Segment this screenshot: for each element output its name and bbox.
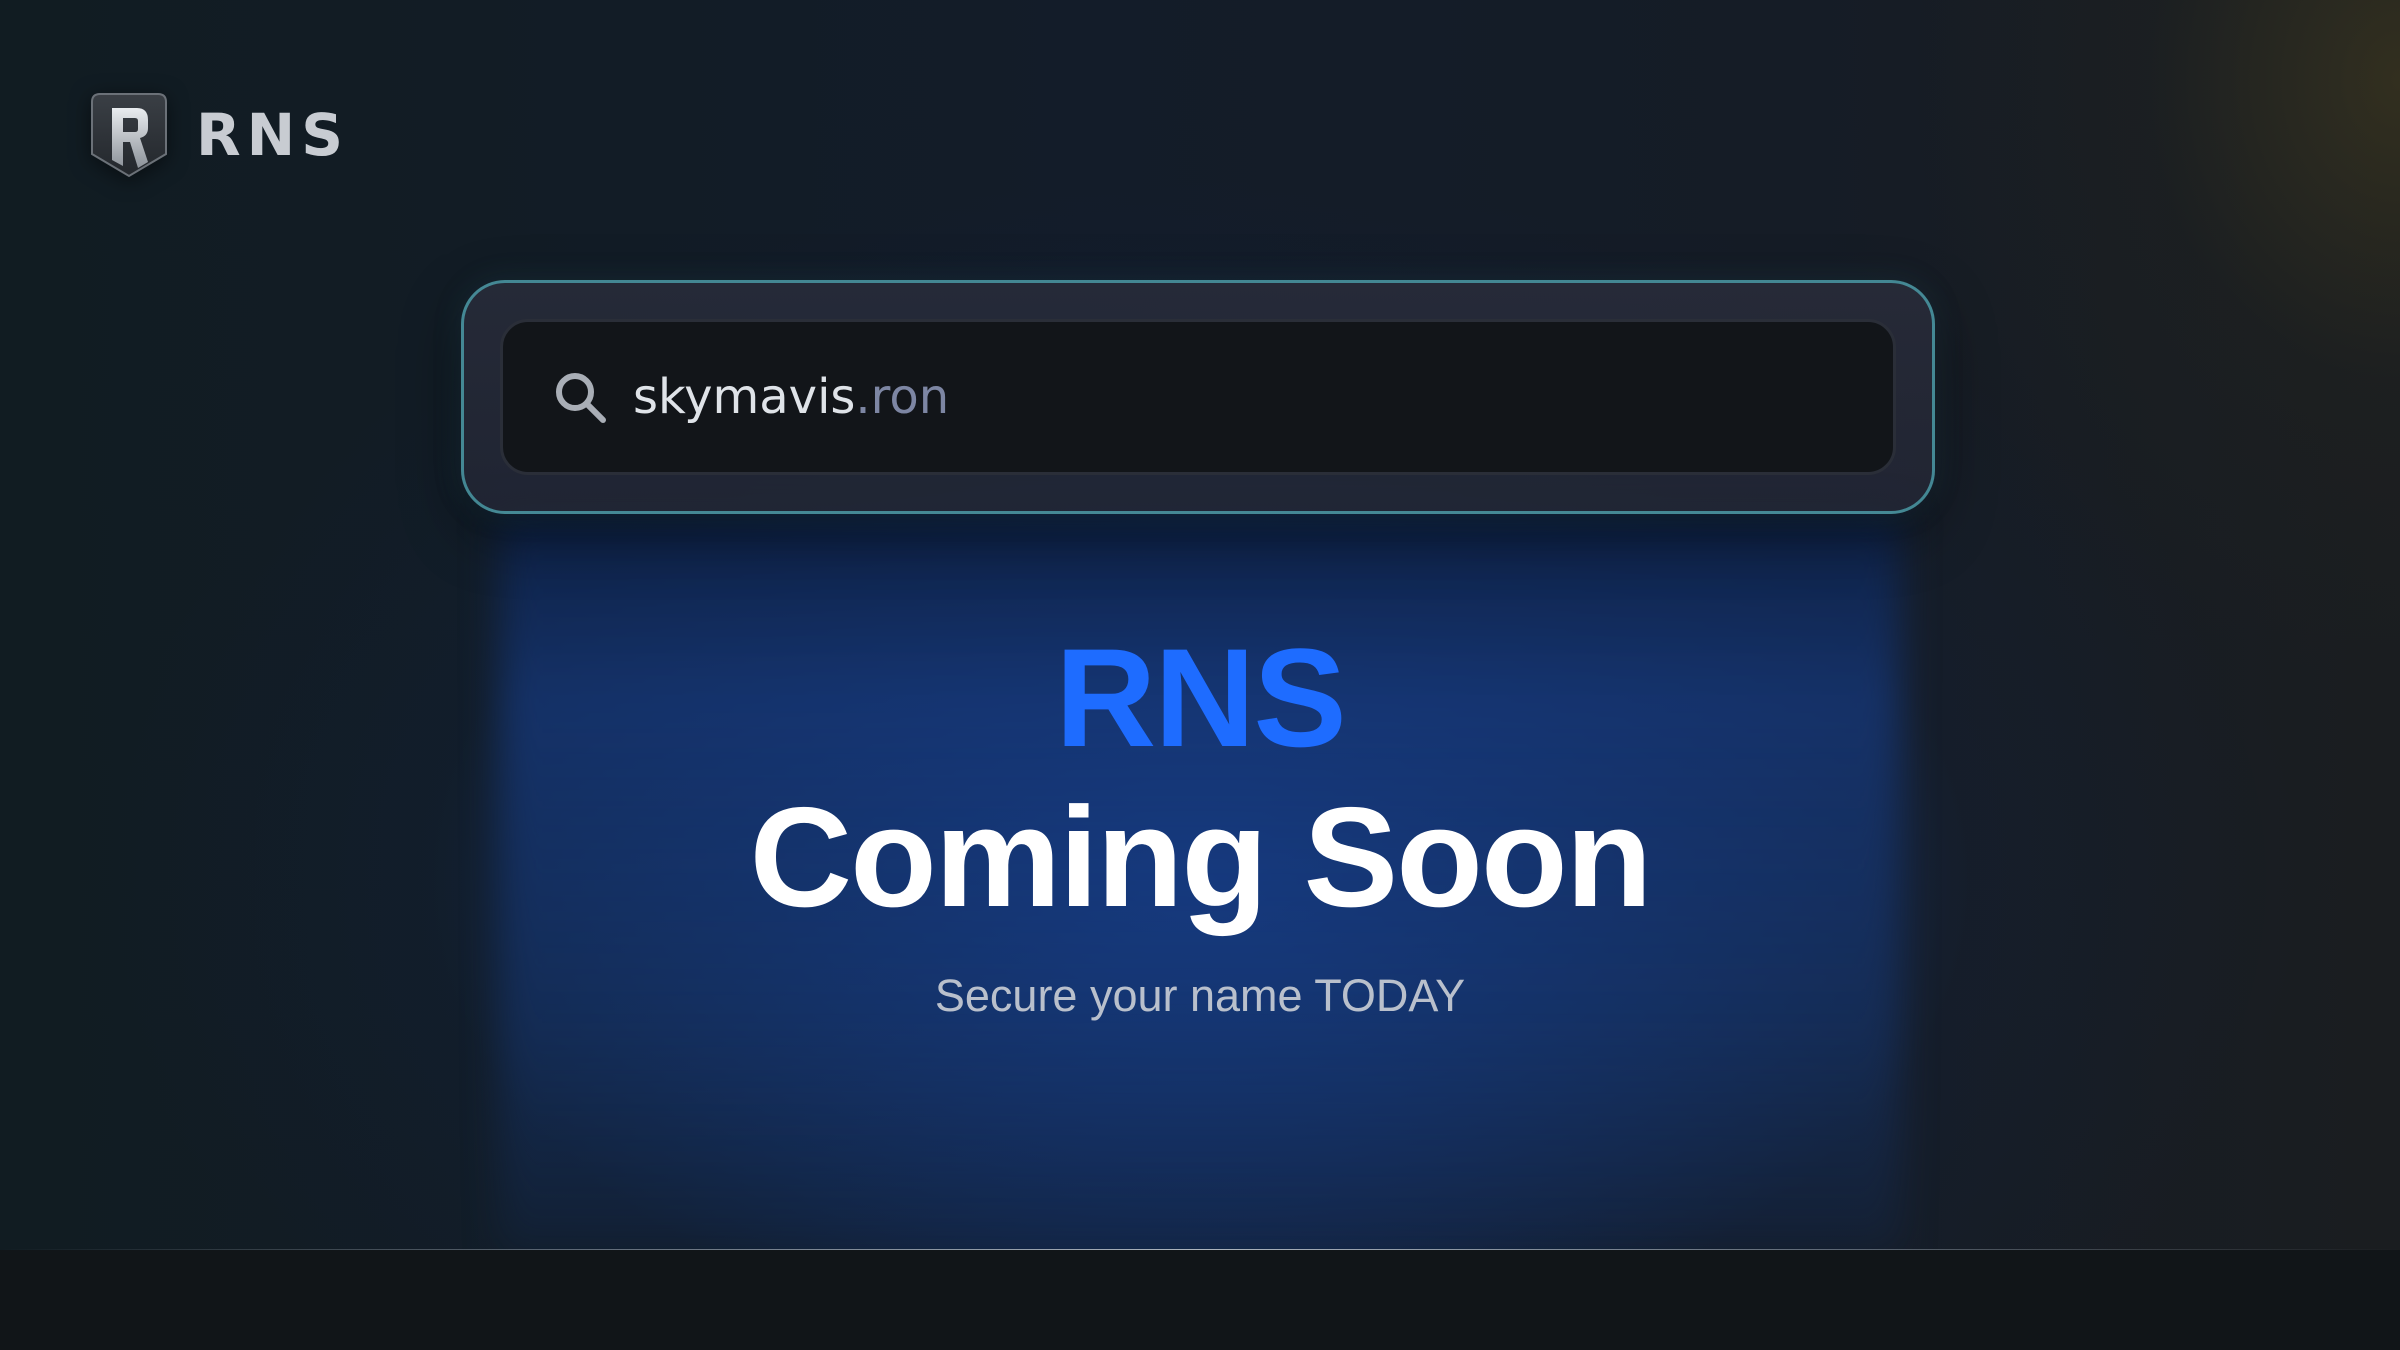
hero-title: Coming Soon <box>749 778 1653 937</box>
brand-name: RNS <box>196 101 349 169</box>
brand-logo[interactable]: RNS <box>90 92 349 178</box>
search-input[interactable]: skymavis.ron <box>500 319 1896 475</box>
hero-subtitle: Secure your name TODAY <box>934 970 1466 1021</box>
rns-logo-icon <box>91 93 167 178</box>
search-value-tld: .ron <box>855 369 950 425</box>
hero-title-accent: RNS <box>1055 619 1347 776</box>
search-value: skymavis.ron <box>633 369 949 425</box>
search-value-name: skymavis <box>633 369 856 425</box>
page: RNS skymavis.ron RNS Coming Soon Secure … <box>0 0 2400 1350</box>
search-box: skymavis.ron <box>461 280 1935 514</box>
search-icon <box>556 373 606 423</box>
bottom-bar <box>0 1250 2400 1350</box>
